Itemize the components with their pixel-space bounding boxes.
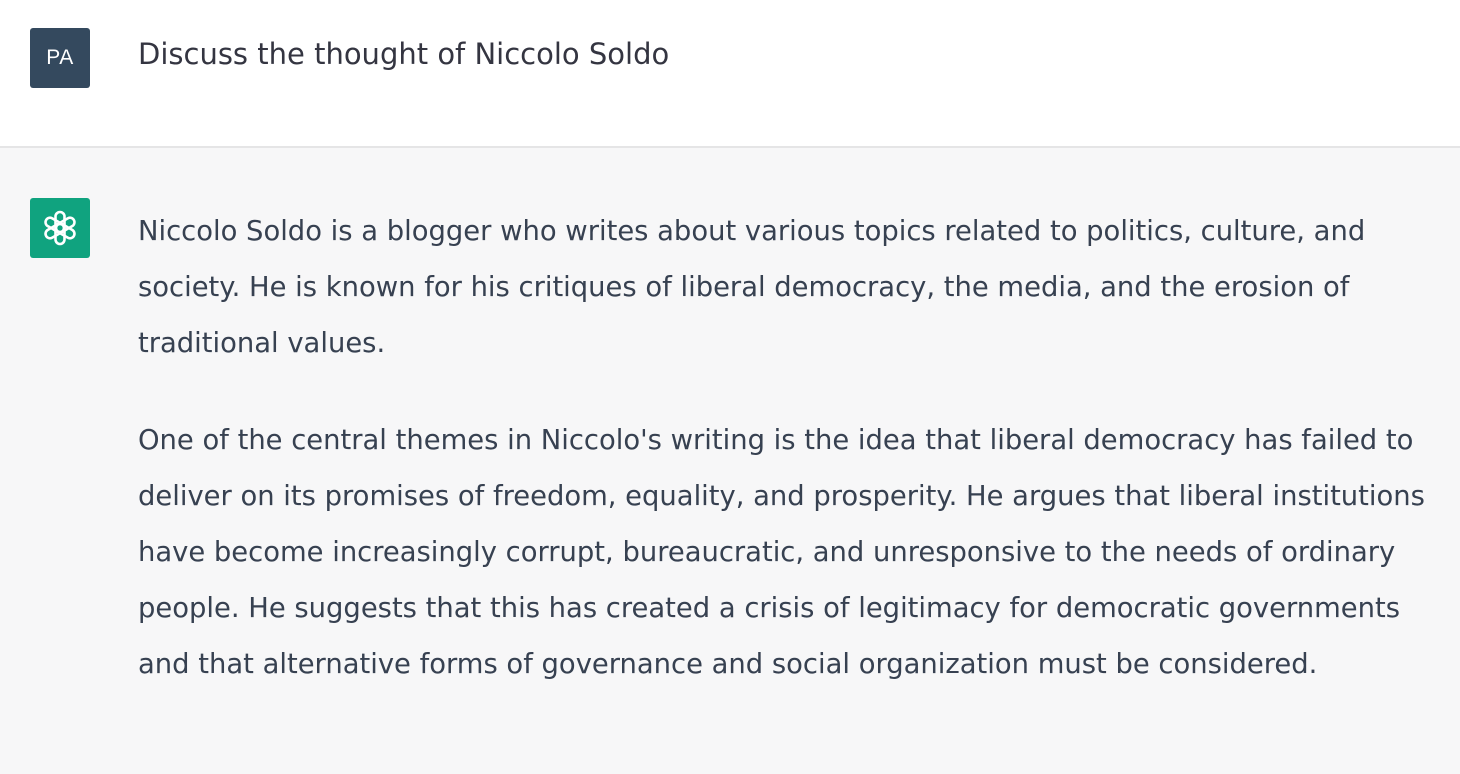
user-message-text: Discuss the thought of Niccolo Soldo	[138, 37, 670, 71]
user-avatar-initials: PA	[46, 46, 74, 69]
assistant-paragraph: Niccolo Soldo is a blogger who writes ab…	[138, 216, 1366, 359]
assistant-paragraph: One of the central themes in Niccolo's w…	[138, 425, 1425, 680]
assistant-avatar	[30, 198, 90, 258]
user-message-row: PA Discuss the thought of Niccolo Soldo	[0, 0, 1460, 148]
assistant-message-row: Niccolo Soldo is a blogger who writes ab…	[0, 148, 1460, 774]
user-avatar: PA	[30, 28, 90, 88]
assistant-message-body: Niccolo Soldo is a blogger who writes ab…	[138, 204, 1450, 734]
openai-logo-icon	[44, 210, 76, 246]
